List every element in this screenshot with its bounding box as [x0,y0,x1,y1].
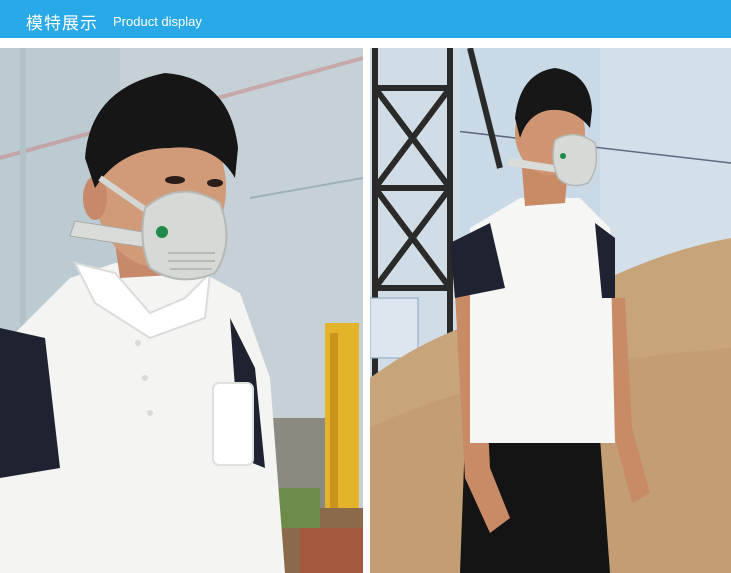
section-header: 模特展示 Product display [0,0,731,38]
section-title-cn: 模特展示 [26,14,98,34]
model-photo-closeup [0,48,363,573]
model-photo-standing [370,48,731,573]
section-title-en: Product display [113,14,202,29]
